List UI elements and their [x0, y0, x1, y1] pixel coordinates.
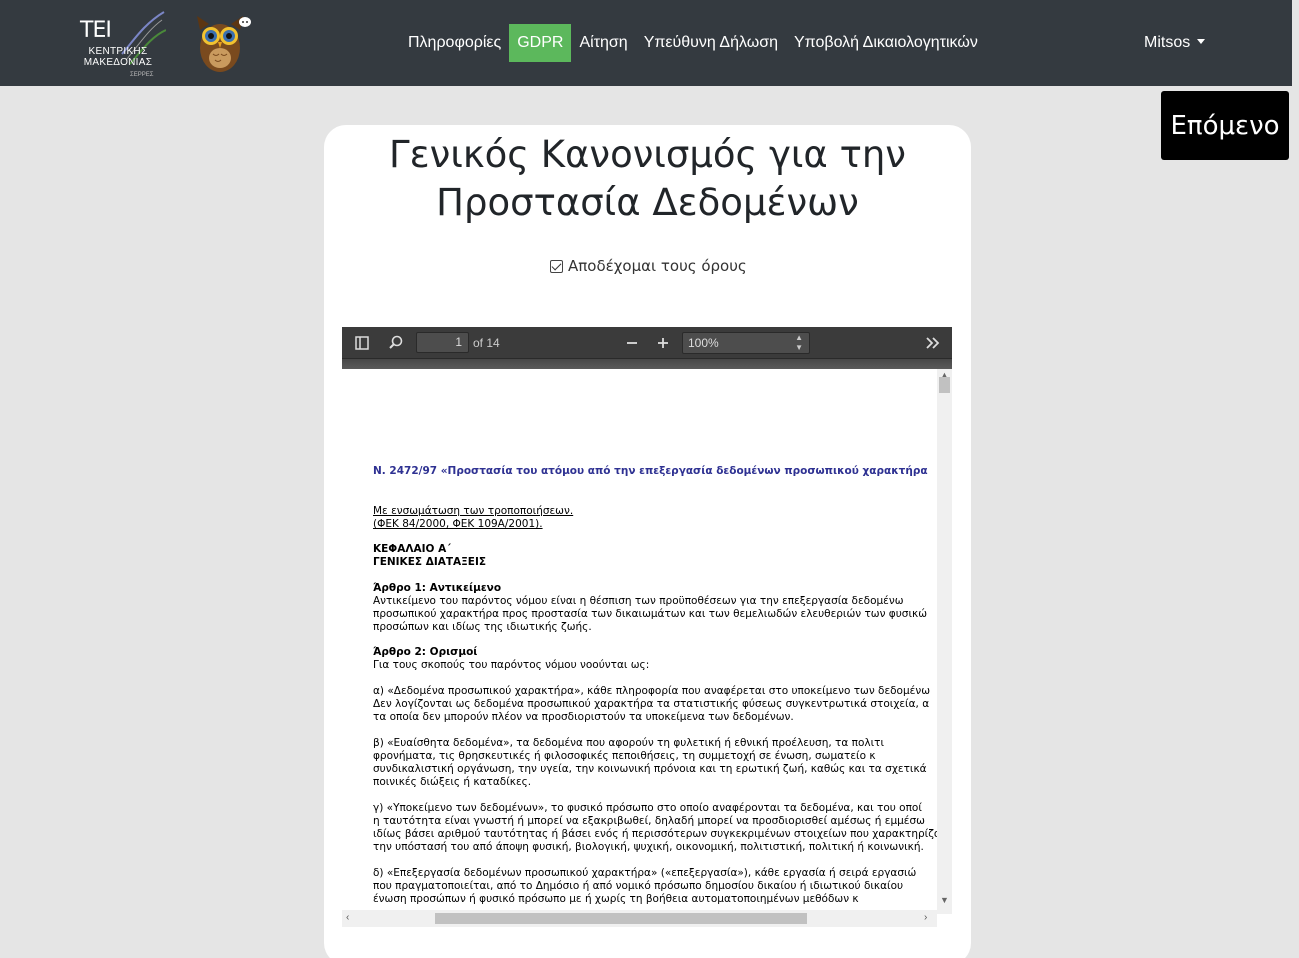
- tei-logo-city: ΣΕΡΡΕΣ: [130, 72, 154, 78]
- tei-logo[interactable]: ΤΕΙ ΚΕΝΤΡΙΚΗΣ ΜΑΚΕΔΟΝΙΑΣ ΣΕΡΡΕΣ: [76, 10, 168, 80]
- document-title: Ν. 2472/97 «Προστασία του ατόμου από την…: [373, 465, 928, 477]
- doc-line: ΚΕΦΑΛΑΙΟ Α΄: [373, 543, 451, 555]
- page-number-input[interactable]: 1: [416, 332, 469, 353]
- page-scrollbar[interactable]: [1292, 0, 1299, 958]
- nav-link-info[interactable]: Πληροφορίες: [400, 24, 509, 62]
- doc-line: γ) «Υποκείμενο των δεδομένων», το φυσικό…: [373, 802, 922, 814]
- doc-line: που πραγματοποιείται, από το Δημόσιο ή α…: [373, 880, 904, 892]
- tei-logo-subtitle: ΚΕΝΤΡΙΚΗΣ ΜΑΚΕΔΟΝΙΑΣ: [76, 46, 160, 68]
- doc-line: α) «Δεδομένα προσωπικού χαρακτήρα», κάθε…: [373, 685, 930, 697]
- doc-line: τα οποία δεν μπορούν πλέον να προσδιορισ…: [373, 711, 794, 723]
- zoom-in-icon[interactable]: [654, 334, 672, 352]
- doc-line: την υπόστασή του από άποψη φυσική, βιολο…: [373, 841, 924, 853]
- main-nav: Πληροφορίες GDPR Αίτηση Υπεύθυνη Δήλωση …: [400, 24, 986, 62]
- pdf-page: Ν. 2472/97 «Προστασία του ατόμου από την…: [342, 369, 937, 914]
- nav-link-declaration[interactable]: Υπεύθυνη Δήλωση: [636, 24, 786, 62]
- gdpr-card: Γενικός Κανονισμός για την Προστασία Δεδ…: [324, 125, 971, 958]
- zoom-out-icon[interactable]: [623, 334, 641, 352]
- pdf-horizontal-scrollbar[interactable]: ‹ ›: [342, 910, 937, 927]
- user-menu-toggle[interactable]: Mitsos: [1144, 24, 1206, 62]
- user-name: Mitsos: [1144, 34, 1191, 51]
- doc-line: η ταυτότητα είναι γνωστή ή μπορεί να εξα…: [373, 815, 925, 827]
- doc-line: Αντικείμενο του παρόντος νόμου είναι η θ…: [373, 595, 904, 607]
- doc-line: Για τους σκοπούς του παρόντος νόμου νοού…: [373, 659, 650, 671]
- doc-line: ΓΕΝΙΚΕΣ ΔΙΑΤΑΞΕΙΣ: [373, 556, 487, 568]
- tools-icon[interactable]: [924, 334, 942, 352]
- nav-link-gdpr[interactable]: GDPR: [509, 24, 572, 62]
- doc-line: προσώπων και ιδίως της ιδιωτικής ζωής.: [373, 621, 592, 633]
- pdf-toolbar-shadow: [342, 359, 952, 369]
- doc-line: Με ενσωμάτωση των τροποποιήσεων.: [373, 505, 574, 517]
- doc-line: (ΦΕΚ 84/2000, ΦΕΚ 109Α/2001).: [373, 518, 543, 530]
- doc-line: Άρθρο 2: Ορισμοί: [373, 646, 478, 658]
- nav-link-application[interactable]: Αίτηση: [571, 24, 635, 62]
- doc-line: δ) «Επεξεργασία δεδομένων προσωπικού χαρ…: [373, 867, 917, 879]
- select-arrows-icon: ▲ ▼: [795, 333, 803, 352]
- doc-line: Δεν λογίζονται ως δεδομένα προσωπικού χα…: [373, 698, 930, 710]
- owl-logo-icon: [197, 16, 251, 72]
- caret-down-icon: [1197, 39, 1206, 44]
- accept-terms-checkbox[interactable]: [550, 259, 563, 273]
- scroll-down-icon[interactable]: ▼: [940, 895, 949, 905]
- doc-line: ιδίως βάσει αριθμού ταυτότητας ή βάσει ε…: [373, 828, 937, 840]
- scroll-right-icon[interactable]: ›: [924, 912, 927, 923]
- zoom-select[interactable]: 100% ▲ ▼: [682, 332, 810, 354]
- vertical-scroll-thumb[interactable]: [939, 377, 950, 393]
- pdf-toolbar: 1 of 14 100% ▲ ▼: [342, 327, 952, 359]
- accept-terms[interactable]: Αποδέχομαι τους όρους: [550, 257, 747, 275]
- accept-terms-label: Αποδέχομαι τους όρους: [568, 257, 747, 275]
- sidebar-toggle-icon[interactable]: [353, 334, 371, 352]
- doc-line: Άρθρο 1: Αντικείμενο: [373, 582, 502, 594]
- horizontal-scroll-thumb[interactable]: [435, 913, 807, 924]
- doc-line: φρονήματα, τις θρησκευτικές ή φιλοσοφικέ…: [373, 750, 876, 762]
- scroll-left-icon[interactable]: ‹: [346, 912, 349, 923]
- doc-line: προσωπικού χαρακτήρα προς προστασία των …: [373, 608, 927, 620]
- pdf-vertical-scrollbar[interactable]: ▲ ▼: [937, 369, 952, 914]
- doc-line: ένωση προσώπων ή φυσικό πρόσωπο με ή χωρ…: [373, 893, 859, 905]
- tei-logo-subtitle-line2: ΜΑΚΕΔΟΝΙΑΣ: [83, 57, 153, 68]
- doc-line: β) «Ευαίσθητα δεδομένα», τα δεδομένα που…: [373, 737, 885, 749]
- nav-link-submit-documents[interactable]: Υποβολή Δικαιολογητικών: [786, 24, 986, 62]
- tei-logo-subtitle-line1: ΚΕΝΤΡΙΚΗΣ: [88, 46, 148, 57]
- page-count: of 14: [473, 336, 500, 350]
- zoom-value: 100%: [688, 336, 719, 350]
- pdf-viewer: 1 of 14 100% ▲ ▼ Ν. 2472/97 «Προστασία το…: [342, 327, 952, 927]
- tei-logo-text: ΤΕΙ: [80, 18, 112, 43]
- doc-line: ποινικές διώξεις ή καταδίκες.: [373, 776, 532, 788]
- next-button[interactable]: Επόμενο: [1161, 91, 1289, 160]
- search-icon[interactable]: [387, 334, 405, 352]
- navbar: ΤΕΙ ΚΕΝΤΡΙΚΗΣ ΜΑΚΕΔΟΝΙΑΣ ΣΕΡΡΕΣ Πληροφορ…: [0, 0, 1299, 86]
- page-title: Γενικός Κανονισμός για την Προστασία Δεδ…: [389, 133, 906, 224]
- doc-line: συνδικαλιστική οργάνωση, την υγεία, την …: [373, 763, 927, 775]
